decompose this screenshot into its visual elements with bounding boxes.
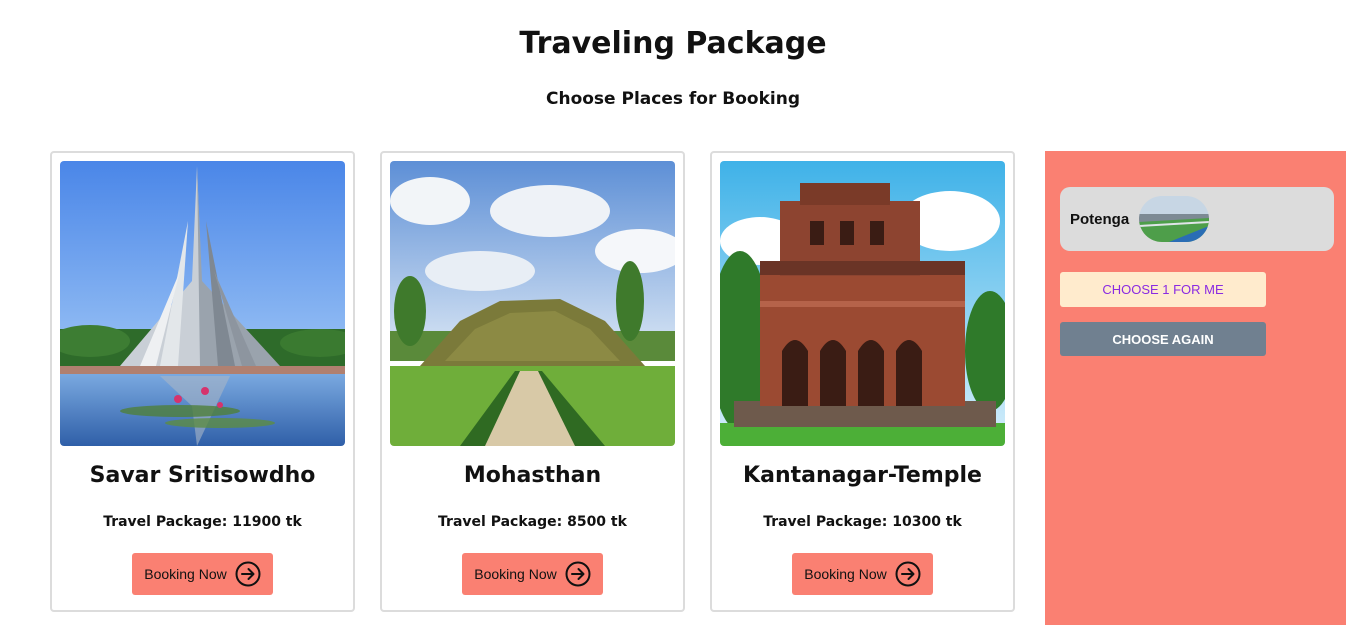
- selected-place-thumbnail: [1139, 196, 1210, 242]
- travel-package-price: Travel Package: 10300 tk: [763, 514, 962, 530]
- booking-now-button[interactable]: Booking Now: [132, 553, 273, 595]
- arrow-right-circle-icon: [235, 561, 261, 587]
- place-photo: [390, 161, 675, 446]
- place-name: Mohasthan: [463, 463, 602, 488]
- place-name: Savar Sritisowdho: [89, 463, 316, 488]
- page-title: Traveling Package: [519, 26, 827, 61]
- arrow-right-circle-icon: [565, 561, 591, 587]
- selected-place-name: Potenga: [1070, 210, 1130, 228]
- place-card-mohasthan: Mohasthan Travel Package: 8500 tk Bookin…: [380, 151, 685, 612]
- selected-place-chip: Potenga: [1060, 187, 1334, 251]
- choose-one-for-me-button[interactable]: Choose 1 for me: [1060, 272, 1266, 307]
- page-subtitle: Choose Places for Booking: [545, 89, 800, 109]
- booking-now-label: Booking Now: [474, 566, 557, 582]
- choose-again-button[interactable]: Choose Again: [1060, 322, 1266, 356]
- place-card-kantanagar: Kantanagar-Temple Travel Package: 10300 …: [710, 151, 1015, 612]
- place-photo: [720, 161, 1005, 446]
- travel-package-price: Travel Package: 8500 tk: [438, 514, 627, 530]
- booking-now-button[interactable]: Booking Now: [792, 553, 933, 595]
- booking-now-button[interactable]: Booking Now: [462, 553, 603, 595]
- page: Traveling Package Choose Places for Book…: [0, 0, 1346, 625]
- place-name: Kantanagar-Temple: [743, 463, 982, 488]
- booking-now-label: Booking Now: [804, 566, 887, 582]
- travel-package-price: Travel Package: 11900 tk: [103, 514, 302, 530]
- place-photo: [60, 161, 345, 446]
- arrow-right-circle-icon: [895, 561, 921, 587]
- selection-panel: Potenga Choose 1 for me Choose Again: [1045, 151, 1346, 625]
- place-card-savar: Savar Sritisowdho Travel Package: 11900 …: [50, 151, 355, 612]
- booking-now-label: Booking Now: [144, 566, 227, 582]
